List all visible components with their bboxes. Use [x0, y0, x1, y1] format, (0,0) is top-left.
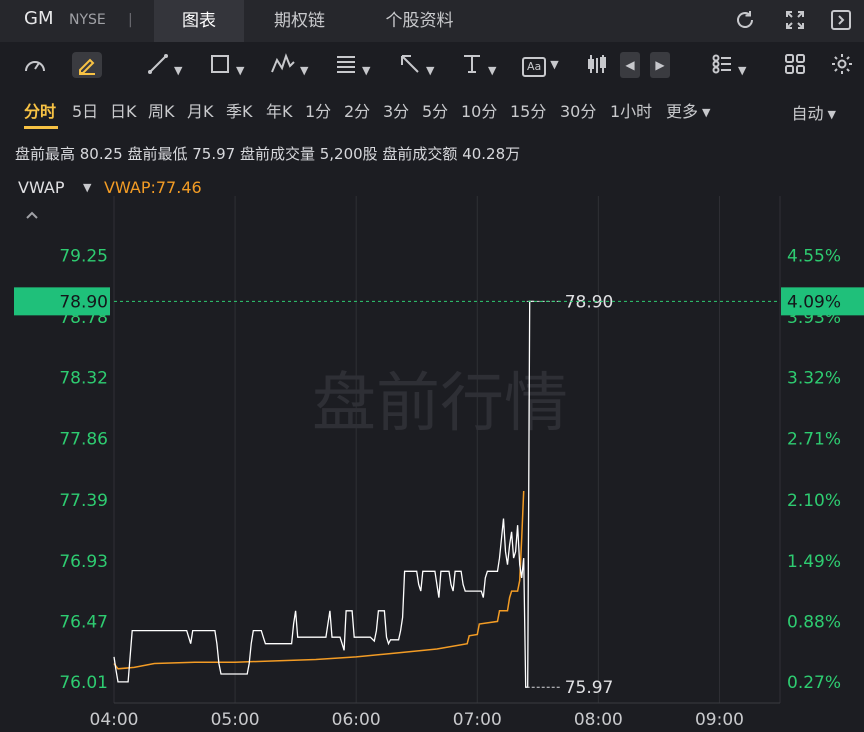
y-tick-percent: 0.88% — [787, 612, 841, 632]
y-tick-percent: 2.10% — [787, 491, 841, 511]
x-tick-label: 06:00 — [332, 710, 381, 730]
y-tick-percent: 4.55% — [787, 246, 841, 266]
x-tick-label: 09:00 — [695, 710, 744, 730]
annotation-label: 78.90 — [565, 292, 614, 312]
current-pct-text: 4.09% — [787, 292, 841, 312]
x-axis-time-labels: 04:00 05:00 06:00 07:00 08:00 09:00 — [90, 710, 744, 730]
current-price-text: 78.90 — [59, 292, 108, 312]
y-tick-price: 76.01 — [59, 673, 108, 693]
y-tick-percent: 0.27% — [787, 673, 841, 693]
x-tick-label: 04:00 — [90, 710, 139, 730]
y-tick-percent: 1.49% — [787, 552, 841, 572]
y-tick-percent: 2.71% — [787, 429, 841, 449]
y-tick-price: 76.93 — [59, 552, 108, 572]
x-tick-label: 05:00 — [211, 710, 260, 730]
y-tick-price: 79.25 — [59, 246, 108, 266]
y-tick-percent: 3.32% — [787, 369, 841, 389]
price-chart[interactable]: 盘前行情 79.2578.7878.3277.8677.3976.9376.47… — [0, 0, 864, 732]
annotation-label: 75.97 — [565, 678, 614, 698]
price-line — [113, 300, 534, 688]
y-tick-price: 77.39 — [59, 491, 108, 511]
current-price-badges: 78.90 4.09% — [14, 287, 864, 316]
chart-grid — [113, 196, 781, 704]
y-tick-price: 78.32 — [59, 369, 108, 389]
y-tick-price: 77.86 — [59, 429, 108, 449]
x-tick-label: 08:00 — [574, 710, 623, 730]
x-tick-label: 07:00 — [453, 710, 502, 730]
y-tick-price: 76.47 — [59, 612, 108, 632]
chart-annotations: 78.90 75.97 — [526, 292, 614, 698]
